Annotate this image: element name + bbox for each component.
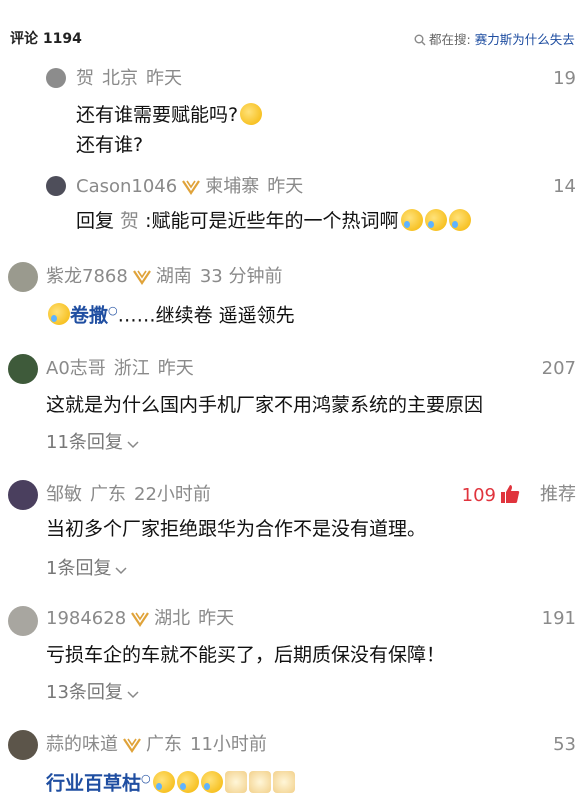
search-icon [414, 34, 426, 46]
like-count[interactable]: 14 [553, 176, 576, 198]
comment: 邹敏 广东 22小时前 109 推荐 当初多个厂家拒绝跟华为合作不是没有道理。 1条… [0, 480, 576, 590]
comment: A0志哥 浙江 昨天 207 这就是为什么国内手机厂家不用鸿蒙系统的主要原因 11条… [0, 354, 576, 464]
topic-link[interactable]: 行业百草枯 [46, 772, 141, 794]
comment: 1984628 湖北 昨天 191 亏损车企的车就不能买了，后期质保没有保障！ 13… [0, 604, 576, 714]
username[interactable]: Cason1046 [76, 176, 177, 197]
replies-label: 1条回复 [46, 558, 112, 579]
time: 33 分钟前 [199, 266, 283, 287]
reply-comment: Cason1046 柬埔寨 昨天 14 回复 贺 :赋能可是近些年的一个热词啊 [0, 174, 576, 244]
hot-search-hint[interactable]: 都在搜: 赛力斯为什么失去 [414, 29, 575, 48]
chevron-down-icon [127, 691, 139, 699]
cat-emoji [248, 771, 271, 794]
comment-text: 回复 贺 :赋能可是近些年的一个热词啊 [76, 206, 471, 236]
avatar[interactable] [8, 262, 38, 292]
cry-laugh-emoji [176, 771, 199, 794]
time: 昨天 [157, 358, 194, 379]
time: 昨天 [267, 176, 304, 197]
cry-laugh-emoji [152, 771, 175, 794]
comment: 紫龙7868 湖南 33 分钟前 卷撒○……继续卷 遥遥领先 [0, 262, 576, 332]
avatar[interactable] [8, 480, 38, 510]
like-count[interactable]: 53 [553, 734, 576, 756]
location: 湖北 [154, 608, 191, 629]
reply-comment: 贺北京 昨天 19 还有谁需要赋能吗? 还有谁? [0, 66, 576, 162]
reply-target[interactable]: 贺 [120, 210, 139, 232]
like-count[interactable]: 207 [542, 358, 576, 380]
cry-laugh-emoji [200, 771, 223, 794]
comment-meta: 贺北京 昨天 [76, 68, 182, 90]
chevron-down-icon [115, 567, 127, 575]
cry-laugh-emoji [424, 209, 447, 231]
view-replies-button[interactable]: 13条回复 [46, 682, 139, 704]
comment-text: 卷撒○……继续卷 遥遥领先 [46, 296, 295, 330]
search-superscript-icon: ○ [141, 772, 151, 785]
comment-text: 亏损车企的车就不能买了，后期质保没有保障！ [46, 644, 446, 666]
vip-badge-icon [131, 612, 150, 627]
comment-meta: 紫龙7868 湖南 33 分钟前 [46, 266, 282, 288]
replies-label: 11条回复 [46, 432, 123, 453]
location: 浙江 [113, 358, 150, 379]
comment-count: 评论 1194 [10, 31, 82, 47]
location: 柬埔寨 [205, 176, 260, 197]
cat-emoji [224, 771, 247, 794]
avatar[interactable] [46, 176, 66, 196]
search-superscript-icon: ○ [108, 304, 118, 317]
location: 广东 [146, 734, 182, 755]
username[interactable]: 邹敏 [46, 484, 82, 505]
vip-badge-icon [182, 180, 201, 195]
time: 22小时前 [134, 484, 211, 505]
comments-header: 评论 1194 都在搜: 赛力斯为什么失去 [0, 0, 576, 62]
like-button[interactable]: 109 [462, 484, 520, 507]
avatar[interactable] [8, 730, 38, 760]
cry-laugh-emoji [448, 209, 471, 231]
username[interactable]: 紫龙7868 [46, 266, 128, 287]
time: 11小时前 [190, 734, 267, 755]
vip-badge-icon [132, 270, 151, 285]
comment-text: 这就是为什么国内手机厂家不用鸿蒙系统的主要原因 [46, 394, 484, 416]
comment-text: 当初多个厂家拒绝跟华为合作不是没有道理。 [46, 518, 427, 540]
time: 昨天 [146, 68, 182, 89]
location: 广东 [90, 484, 126, 505]
comment-meta: A0志哥 浙江 昨天 [46, 358, 194, 380]
chevron-down-icon [127, 441, 139, 449]
comment-meta: 邹敏 广东 22小时前 [46, 484, 211, 506]
view-replies-button[interactable]: 11条回复 [46, 432, 139, 454]
avatar[interactable] [8, 606, 38, 636]
reply-body: :赋能可是近些年的一个热词啊 [139, 210, 399, 232]
time: 昨天 [198, 608, 235, 629]
view-replies-button[interactable]: 1条回复 [46, 558, 127, 580]
username[interactable]: 1984628 [46, 608, 126, 629]
topic-link[interactable]: 卷撒 [70, 304, 108, 326]
cry-laugh-emoji [400, 209, 423, 231]
cat-emoji [272, 771, 295, 794]
search-prefix: 都在搜: [429, 32, 471, 47]
like-count[interactable]: 19 [553, 68, 576, 90]
cry-laugh-emoji [48, 303, 70, 326]
thinking-emoji [240, 103, 263, 125]
location: 北京 [102, 68, 138, 89]
comment-text-line2: 还有谁? [76, 134, 144, 156]
recommend-button[interactable]: 推荐 [540, 484, 576, 506]
replies-label: 13条回复 [46, 682, 123, 703]
hot-search-term[interactable]: 赛力斯为什么失去 [475, 32, 575, 47]
reply-prefix: 回复 [76, 210, 121, 232]
vip-badge-icon [123, 738, 141, 753]
username[interactable]: 蒜的味道 [46, 734, 118, 755]
like-count[interactable]: 191 [542, 608, 576, 630]
comment-line: 还有谁需要赋能吗? [76, 104, 239, 126]
avatar[interactable] [46, 68, 66, 88]
comment-body: ……继续卷 遥遥领先 [117, 304, 295, 327]
like-count: 109 [461, 485, 496, 506]
username[interactable]: 贺 [76, 68, 94, 89]
avatar[interactable] [8, 354, 38, 384]
comment-text: 还有谁需要赋能吗? [76, 100, 263, 130]
comment-meta: Cason1046 柬埔寨 昨天 [76, 176, 303, 198]
comment: 蒜的味道 广东 11小时前 53 行业百草枯○ [0, 730, 576, 800]
username[interactable]: A0志哥 [46, 358, 106, 379]
comment-text: 行业百草枯○ [46, 764, 295, 798]
comment-meta: 蒜的味道 广东 11小时前 [46, 734, 267, 756]
thumb-up-icon [501, 485, 520, 503]
location: 湖南 [155, 266, 192, 287]
comment-meta: 1984628 湖北 昨天 [46, 608, 234, 630]
